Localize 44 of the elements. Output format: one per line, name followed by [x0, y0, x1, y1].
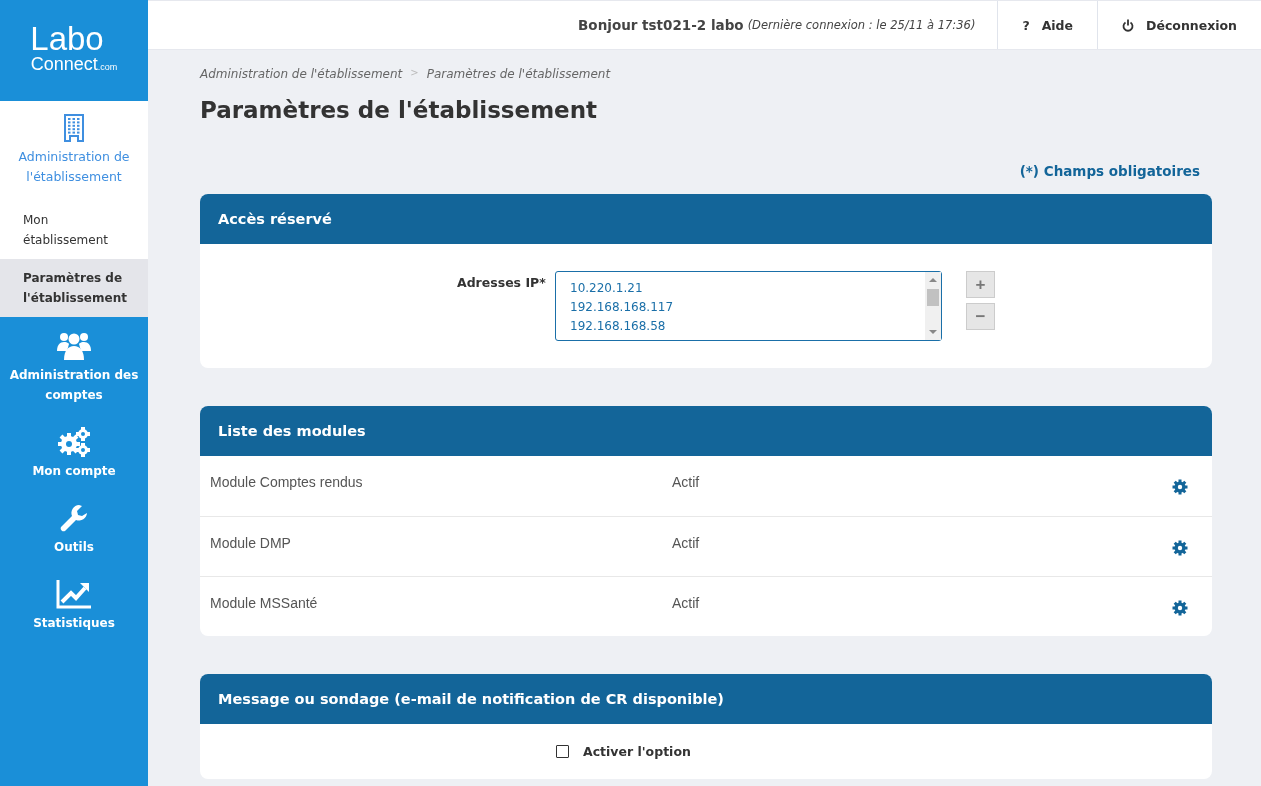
panel-title: Message ou sondage (e-mail de notification de CR disponible) — [218, 691, 724, 707]
power-icon — [1122, 18, 1135, 32]
ip-address[interactable]: 192.168.168.58 — [570, 317, 911, 336]
chart-icon — [56, 579, 92, 609]
field-label: Adresses IP* — [457, 275, 547, 290]
required-note: (*) Champs obligatoires — [1019, 163, 1200, 179]
module-name: Module MSSanté — [210, 595, 319, 611]
module-status: Actif — [672, 595, 701, 611]
panel-title: Accès réservé — [218, 211, 332, 227]
sidebar-item[interactable]: Administration de l'établissement — [0, 101, 148, 201]
ip-address[interactable]: 10.220.1.21 — [570, 279, 911, 298]
wrench-icon — [59, 503, 89, 533]
module-status: Actif — [672, 474, 701, 490]
settings-icon[interactable] — [1172, 479, 1188, 495]
settings-icon[interactable] — [1172, 540, 1188, 556]
module-name: Module Comptes rendus — [210, 474, 364, 490]
sidebar-item[interactable]: Administration des comptes — [0, 321, 148, 413]
module-status: Actif — [672, 535, 701, 551]
module-name: Module DMP — [210, 535, 292, 551]
sidebar-subitem[interactable]: Paramètres de l'établissement — [0, 259, 148, 317]
sidebar-subitem[interactable]: Mon établissement — [0, 201, 148, 259]
users-icon — [57, 331, 91, 361]
checkbox[interactable] — [556, 745, 569, 758]
add-button[interactable]: + — [966, 271, 995, 298]
settings-icon[interactable] — [1172, 600, 1188, 616]
remove-button[interactable]: − — [966, 303, 995, 330]
ip-list[interactable]: 10.220.1.21 192.168.168.117 192.168.168.58 — [555, 271, 942, 341]
sidebar-item[interactable]: Outils — [0, 493, 148, 565]
scrollbar[interactable] — [925, 272, 941, 340]
breadcrumb-link[interactable]: Administration de l'établissement — [200, 67, 403, 81]
breadcrumb-link[interactable]: Paramètres de l'établissement — [426, 67, 611, 81]
logout-link[interactable]: Déconnexion — [1097, 1, 1261, 49]
sidebar-item[interactable]: Statistiques — [0, 569, 148, 641]
page-title: Paramètres de l'établissement — [200, 97, 599, 123]
logo: Labo Connect.com — [29, 19, 119, 76]
panel-title: Liste des modules — [218, 423, 366, 439]
building-icon — [62, 113, 86, 143]
gears-icon — [57, 427, 91, 457]
checkbox-label: Activer l'option — [583, 744, 691, 759]
sidebar-item[interactable]: Mon compte — [0, 417, 148, 489]
breadcrumb-separator: > — [410, 67, 419, 80]
greeting: Bonjour tst021-2 labo (Dernière connexion : le 25/11 à 17:36) — [578, 16, 977, 35]
help-link[interactable]: ? Aide — [997, 1, 1098, 49]
ip-address[interactable]: 192.168.168.117 — [570, 298, 911, 317]
